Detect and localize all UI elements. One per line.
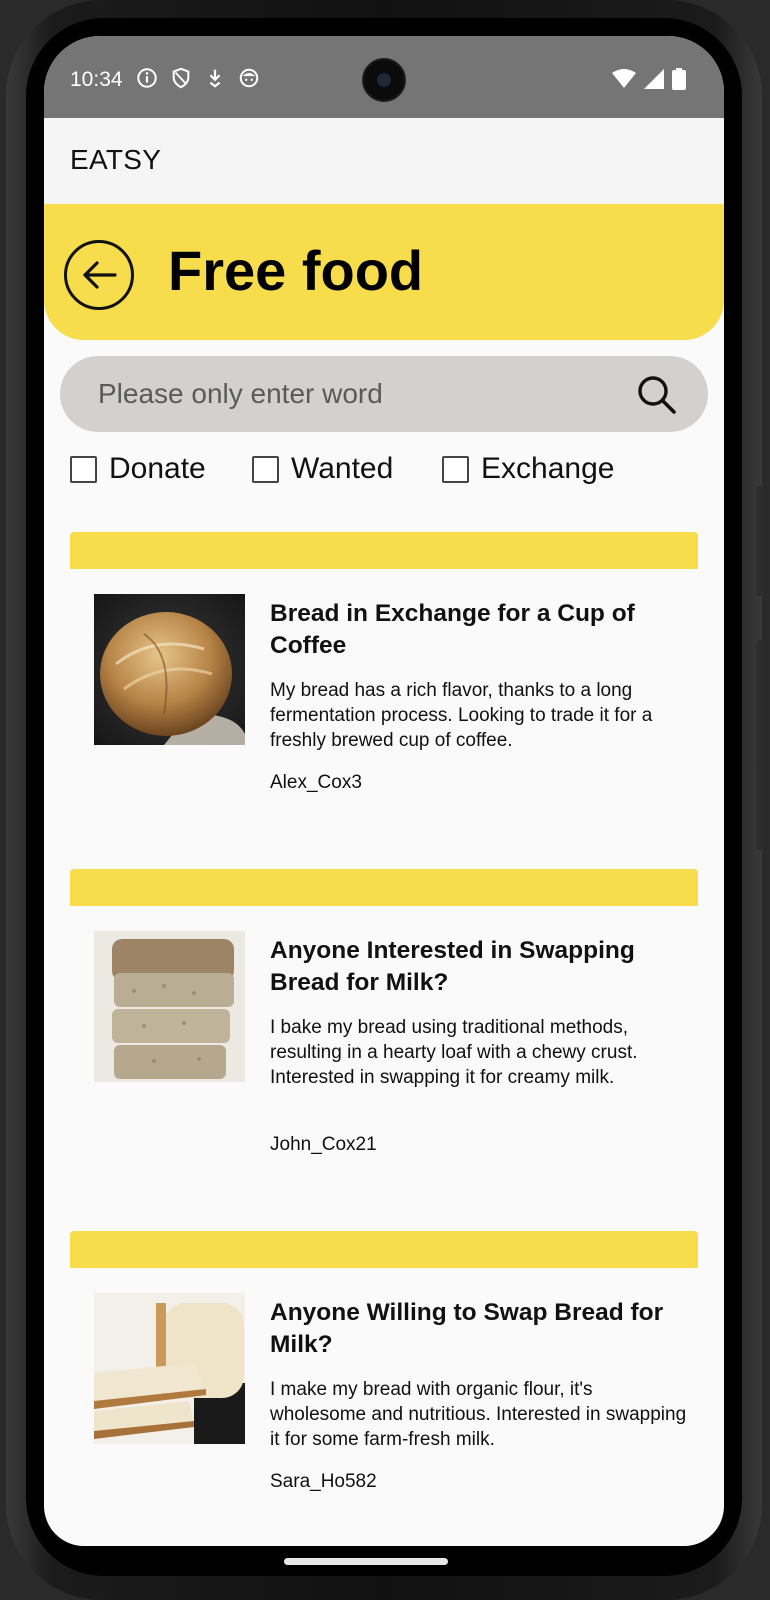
post-image: [94, 931, 245, 1082]
home-indicator[interactable]: [284, 1558, 448, 1565]
card-header-strip: [70, 532, 698, 569]
card-header-strip: [70, 1231, 698, 1268]
back-button[interactable]: [64, 240, 134, 310]
filter-label: Exchange: [481, 452, 615, 485]
post-title: Bread in Exchange for a Cup of Coffee: [270, 600, 635, 659]
page-title: Free food: [168, 239, 424, 302]
status-time: 10:34: [70, 68, 123, 91]
signal-icon: [644, 69, 664, 89]
search-button[interactable]: [636, 374, 678, 416]
filter-wanted[interactable]: Wanted: [252, 452, 393, 486]
post-title: Anyone Interested in Swapping Bread for …: [270, 937, 635, 996]
battery-icon: [672, 68, 686, 90]
post-author: John_Cox21: [270, 1134, 377, 1155]
post-card[interactable]: Anyone Interested in Swapping Bread for …: [70, 869, 698, 1199]
download-icon: [209, 69, 221, 88]
filter-label: Donate: [109, 452, 206, 485]
wifi-icon: [612, 69, 636, 88]
wanted-checkbox[interactable]: [252, 455, 279, 483]
filter-exchange[interactable]: Exchange: [442, 452, 614, 486]
page-header: Free food: [44, 204, 724, 340]
post-list[interactable]: Bread in Exchange for a Cup of Coffee My…: [44, 532, 724, 1492]
filter-donate[interactable]: Donate: [70, 452, 206, 486]
search-input[interactable]: [98, 356, 618, 432]
status-icons-right: [612, 68, 686, 90]
status-bar: 10:34: [44, 36, 724, 118]
volume-button: [756, 486, 764, 596]
post-image: [94, 1293, 245, 1444]
card-header-strip: [70, 869, 698, 906]
face-icon: [239, 68, 259, 88]
post-card[interactable]: Bread in Exchange for a Cup of Coffee My…: [70, 532, 698, 832]
search-icon: [638, 376, 676, 414]
shield-icon: [172, 67, 190, 89]
screen: 10:34 EATSY Free food Please only enter …: [44, 36, 724, 1546]
post-description: I make my bread with organic flour, it's…: [270, 1379, 687, 1450]
front-camera: [362, 58, 406, 102]
phone-frame: 10:34 EATSY Free food Please only enter …: [6, 0, 764, 1600]
info-icon: [137, 68, 157, 88]
post-title: Anyone Willing to Swap Bread for Milk?: [270, 1299, 664, 1358]
post-author: Alex_Cox3: [270, 772, 362, 793]
post-description: My bread has a rich flavor, thanks to a …: [270, 680, 653, 751]
post-description: I bake my bread using traditional method…: [270, 1017, 638, 1088]
post-card[interactable]: Anyone Willing to Swap Bread for Milk? I…: [70, 1231, 698, 1492]
power-button: [756, 640, 764, 850]
post-author: Sara_Ho582: [270, 1471, 377, 1492]
status-icons-left: [136, 67, 260, 89]
post-image: [94, 594, 245, 745]
arrow-left-icon: [83, 261, 117, 289]
filter-label: Wanted: [291, 452, 394, 485]
search-bar: [60, 356, 708, 432]
app-title: EATSY: [70, 144, 162, 175]
donate-checkbox[interactable]: [70, 455, 97, 483]
app-bar: EATSY: [44, 118, 724, 204]
phone-bezel: 10:34 EATSY Free food Please only enter …: [26, 18, 742, 1576]
exchange-checkbox[interactable]: [442, 455, 469, 483]
